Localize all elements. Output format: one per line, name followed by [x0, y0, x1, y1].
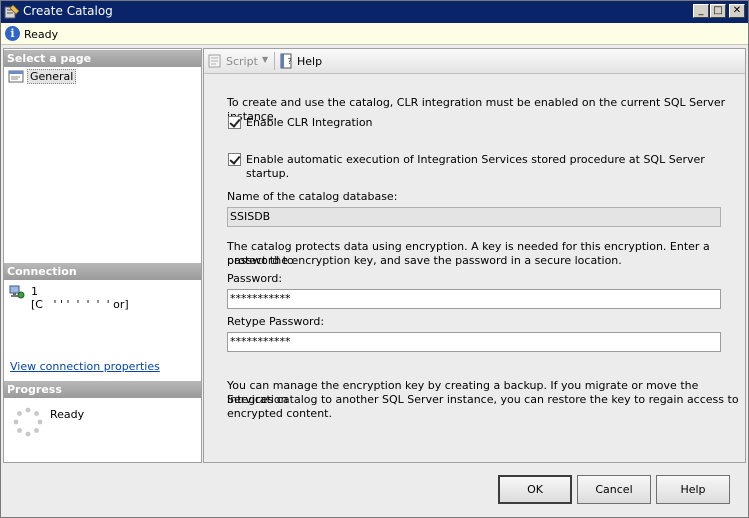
help-book-icon: ? [280, 53, 292, 69]
progress-header: Progress [4, 381, 201, 398]
connection-header: Connection [4, 263, 201, 280]
catalog-db-field[interactable]: SSISDB [227, 207, 721, 227]
ok-button[interactable]: OK [498, 475, 572, 504]
help-button[interactable]: Help [656, 475, 730, 504]
retype-password-label: Retype Password: [227, 315, 325, 328]
info-icon: i [5, 26, 20, 41]
view-connection-properties-link[interactable]: View connection properties [10, 360, 160, 373]
server-connection-icon [9, 285, 25, 299]
progress-status-text: Ready [50, 408, 85, 421]
page-item-label: General [27, 69, 77, 84]
catalog-app-icon [4, 4, 20, 19]
password-field[interactable]: *********** [227, 289, 721, 309]
title-bar[interactable]: Create Catalog _ □ ✕ [1, 1, 748, 23]
left-panel: Select a page General Connection 1 [C ' … [3, 48, 202, 463]
backup-text-line2: Services catalog to another SQL Server i… [227, 393, 739, 406]
general-page-content: To create and use the catalog, CLR integ… [204, 75, 745, 462]
create-catalog-window: Create Catalog _ □ ✕ i Ready Select a pa… [0, 0, 749, 518]
progress-spinner-icon [13, 407, 43, 437]
maximize-button[interactable]: □ [710, 4, 726, 18]
chevron-down-icon[interactable]: ▼ [262, 55, 268, 64]
connection-user-name: [C ' ' ' ' ' ' ' or] [31, 298, 129, 311]
svg-text:?: ? [288, 57, 292, 66]
right-panel: Script ▼ ? Help To create and use the ca… [203, 48, 746, 463]
status-text: Ready [24, 28, 59, 41]
status-strip: i Ready [1, 23, 748, 45]
enable-auto-execution-checkbox[interactable] [228, 153, 241, 166]
toolbar-separator [274, 52, 275, 70]
backup-text-line3: encrypted content. [227, 407, 332, 420]
connection-server-name: 1 [31, 285, 38, 298]
catalog-db-label: Name of the catalog database: [227, 190, 398, 203]
window-title: Create Catalog [23, 4, 113, 18]
encryption-text-line2: protect the encryption key, and save the… [227, 254, 622, 267]
script-icon [208, 54, 221, 68]
close-button[interactable]: ✕ [729, 4, 745, 18]
help-label: Help [297, 55, 323, 68]
page-properties-icon [8, 70, 24, 83]
retype-password-field[interactable]: *********** [227, 332, 721, 352]
enable-clr-checkbox[interactable] [228, 116, 241, 129]
enable-auto-execution-label: Enable automatic execution of Integratio… [246, 153, 705, 180]
minimize-button[interactable]: _ [693, 4, 709, 18]
cancel-button[interactable]: Cancel [577, 475, 651, 504]
script-label: Script [226, 55, 258, 68]
password-label: Password: [227, 272, 283, 285]
select-page-header: Select a page [4, 50, 201, 67]
toolbar: Script ▼ ? Help [204, 49, 745, 74]
enable-clr-label: Enable CLR Integration [246, 116, 373, 129]
